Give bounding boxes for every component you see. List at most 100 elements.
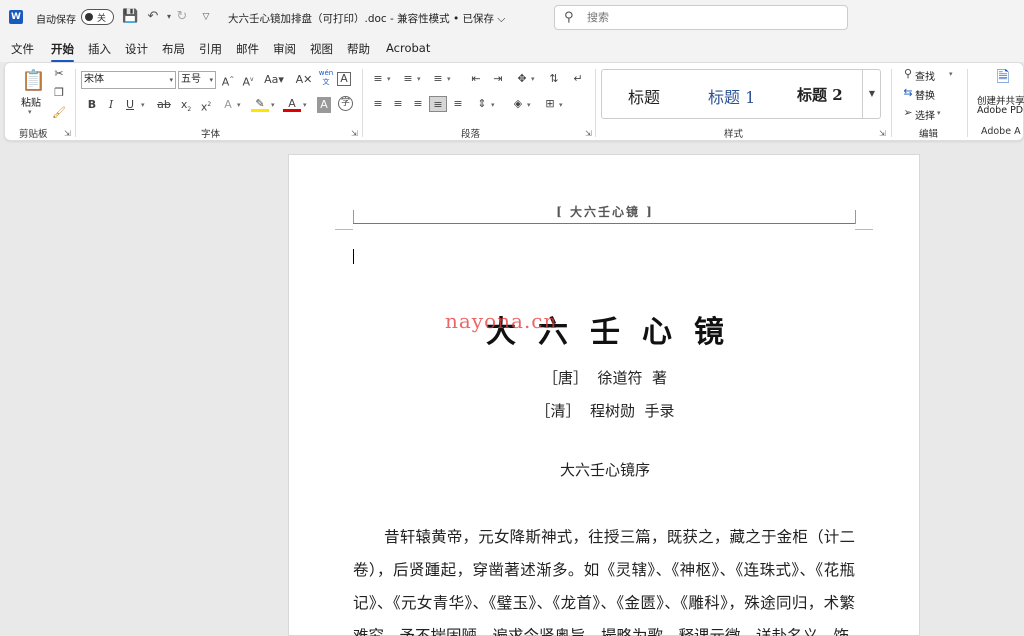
bold-icon[interactable]: B [83,97,101,113]
font-launcher-icon[interactable]: ⇲ [351,129,358,138]
tab-home[interactable]: 开始 [51,41,74,62]
styles-more-icon[interactable]: ▼ [862,69,881,119]
book-title: 大六壬心镜 [486,315,746,350]
page-header[interactable]: [ 大六壬心镜 ] [289,203,921,220]
shading-dropdown-icon[interactable]: ▾ [527,101,531,109]
select-button[interactable]: 选择 [915,107,935,122]
character-border-icon[interactable]: A [337,72,351,86]
text-cursor [353,249,354,264]
tab-references[interactable]: 引用 [199,41,222,57]
tab-insert[interactable]: 插入 [88,41,111,57]
adobe-pdf-label[interactable]: Adobe PDF [977,105,1024,116]
redo-icon[interactable]: ↻ [174,9,190,25]
chinese-layout-dropdown-icon[interactable]: ▾ [531,75,535,83]
tab-review[interactable]: 审阅 [273,41,296,57]
shading-icon[interactable]: ◈ [509,96,527,112]
tab-view[interactable]: 视图 [310,41,333,57]
document-title[interactable]: 大六壬心镜加排盘（可打印）.doc - 兼容性模式 • 已保存 ⌵ [228,11,505,26]
bullets-dropdown-icon[interactable]: ▾ [387,75,391,83]
italic-icon[interactable]: I [102,97,120,113]
bullets-icon[interactable]: ≡ [369,71,387,87]
character-shading-icon[interactable]: A [317,97,331,113]
word-app-icon: W [9,10,23,24]
chinese-layout-icon[interactable]: ✥ [513,71,531,87]
borders-icon[interactable]: ⊞ [541,96,559,112]
enclose-characters-icon[interactable]: 字 [338,96,353,111]
document-page[interactable]: [ 大六壬心镜 ] 大六壬心镜 nayona.cn ［唐］ 徐道符 著 ［清］ … [288,154,920,636]
find-dropdown-icon[interactable]: ▾ [949,70,953,78]
tab-layout[interactable]: 布局 [162,41,185,57]
adobe-pdf-icon[interactable]: 🗎 [993,69,1013,89]
decrease-indent-icon[interactable]: ⇤ [467,71,485,87]
chevron-down-icon: ▾ [169,76,173,84]
superscript-icon[interactable]: x2 [197,97,215,114]
subscript-icon[interactable]: x2 [177,97,195,113]
font-color-dropdown-icon[interactable]: ▾ [303,101,307,109]
toggle-knob [85,13,93,21]
borders-dropdown-icon[interactable]: ▾ [559,101,563,109]
show-marks-icon[interactable]: ↵ [569,71,587,87]
multilevel-dropdown-icon[interactable]: ▾ [447,75,451,83]
shrink-font-icon[interactable]: Av [239,72,257,89]
copy-icon[interactable]: ❐ [50,85,68,101]
line-spacing-icon[interactable]: ⇕ [473,96,491,112]
style-heading2[interactable]: 标题 2 [797,84,843,105]
strikethrough-icon[interactable]: ab [155,97,173,113]
paste-dropdown-icon[interactable]: ▾ [28,108,32,116]
change-case-icon[interactable]: Aa▾ [261,72,287,88]
margin-guide [335,229,353,230]
font-color-icon[interactable]: A [283,96,301,112]
multilevel-list-icon[interactable]: ≡ [429,71,447,87]
font-size-combo[interactable]: 五号 ▾ [178,71,216,89]
paragraph-launcher-icon[interactable]: ⇲ [585,129,592,138]
replace-button[interactable]: 替换 [915,87,935,102]
text-effects-dropdown-icon[interactable]: ▾ [237,101,241,109]
select-dropdown-icon[interactable]: ▾ [937,109,941,117]
search-input[interactable] [587,9,837,26]
tab-acrobat[interactable]: Acrobat [386,41,430,55]
tab-help[interactable]: 帮助 [347,41,370,57]
paste-icon[interactable]: 📋 [21,68,46,92]
numbering-dropdown-icon[interactable]: ▾ [417,75,421,83]
numbering-icon[interactable]: ≡ [399,71,417,87]
autosave-toggle[interactable]: 关 [81,9,114,25]
sort-icon[interactable]: ⇅ [545,71,563,87]
format-painter-icon[interactable]: 🖌 [50,105,68,121]
text-effects-icon[interactable]: A [219,97,237,113]
paste-button[interactable]: 粘贴 [21,94,41,109]
style-title[interactable]: 标题 [628,84,660,108]
styles-launcher-icon[interactable]: ⇲ [879,129,886,138]
grow-font-icon[interactable]: A^ [219,72,237,89]
highlight-icon[interactable]: ✎ [251,96,269,112]
line-spacing-dropdown-icon[interactable]: ▾ [491,101,495,109]
search-icon: ⚲ [564,10,574,25]
undo-icon[interactable]: ↶ [145,9,161,25]
align-left-icon[interactable]: ≡ [369,96,387,112]
paragraph-group-label: 段落 [461,129,481,140]
underline-icon[interactable]: U [121,97,139,113]
cut-icon[interactable]: ✂ [50,66,68,82]
justify-icon[interactable]: ≡ [429,96,447,112]
divider [75,69,76,137]
distributed-icon[interactable]: ≡ [449,96,467,112]
watermark: nayona.cn [445,309,558,333]
underline-dropdown-icon[interactable]: ▾ [141,101,145,109]
align-center-icon[interactable]: ≡ [389,96,407,112]
font-name-combo[interactable]: 宋体 ▾ [81,71,176,89]
divider [595,69,596,137]
search-box[interactable]: ⚲ [554,5,848,30]
align-right-icon[interactable]: ≡ [409,96,427,112]
tab-design[interactable]: 设计 [125,41,148,57]
increase-indent-icon[interactable]: ⇥ [489,71,507,87]
customize-toolbar-icon[interactable]: ▽ [198,9,214,25]
autosave-state: 关 [97,14,107,24]
clipboard-launcher-icon[interactable]: ⇲ [64,129,71,138]
highlight-dropdown-icon[interactable]: ▾ [271,101,275,109]
phonetic-guide-icon[interactable]: wén 文 [317,69,335,86]
style-heading1[interactable]: 标题 1 [708,84,755,108]
save-icon[interactable]: 💾 [122,9,138,25]
clear-formatting-icon[interactable]: A✕ [295,72,313,88]
find-button[interactable]: 查找 [915,68,935,83]
tab-mailings[interactable]: 邮件 [236,41,259,57]
tab-file[interactable]: 文件 [11,41,34,57]
